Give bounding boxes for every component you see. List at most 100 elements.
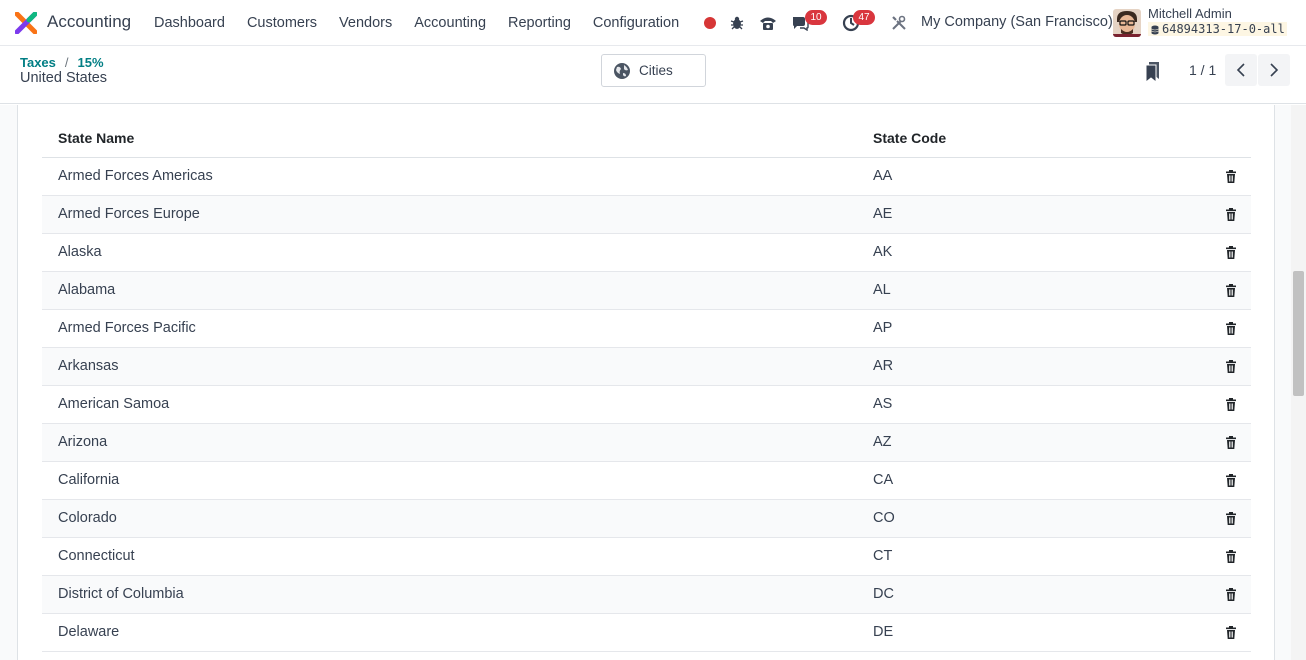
chevron-right-icon xyxy=(1270,63,1279,77)
cities-button[interactable]: Cities xyxy=(601,54,706,87)
state-code-cell[interactable]: AL xyxy=(857,271,1211,310)
scrollbar-thumb[interactable] xyxy=(1293,271,1304,396)
table-row[interactable]: Armed Forces Americas AA xyxy=(42,157,1251,196)
state-name-cell[interactable]: Armed Forces Pacific xyxy=(42,309,857,348)
breadcrumb-taxes[interactable]: Taxes xyxy=(20,55,56,70)
column-header-actions xyxy=(1211,119,1251,158)
state-code-cell[interactable]: DE xyxy=(857,613,1211,652)
delete-row-button[interactable] xyxy=(1211,347,1251,386)
delete-row-button[interactable] xyxy=(1211,309,1251,348)
state-name-cell[interactable]: California xyxy=(42,461,857,500)
delete-row-button[interactable] xyxy=(1211,575,1251,614)
delete-row-button[interactable] xyxy=(1211,157,1251,196)
company-switcher[interactable]: My Company (San Francisco) xyxy=(921,14,1113,30)
activities-badge: 47 xyxy=(853,10,875,25)
accounting-app-icon[interactable] xyxy=(15,12,37,34)
table-row[interactable]: Armed Forces Pacific AP xyxy=(42,309,1251,348)
state-code-cell[interactable]: AE xyxy=(857,195,1211,234)
delete-row-button[interactable] xyxy=(1211,613,1251,652)
state-code-cell[interactable]: AP xyxy=(857,309,1211,348)
menu-customers[interactable]: Customers xyxy=(236,0,328,46)
delete-row-button[interactable] xyxy=(1211,195,1251,234)
state-name-cell[interactable]: Colorado xyxy=(42,499,857,538)
table-row[interactable]: Arkansas AR xyxy=(42,347,1251,386)
delete-row-button[interactable] xyxy=(1211,461,1251,500)
state-code-cell[interactable]: AZ xyxy=(857,423,1211,462)
trash-icon xyxy=(1226,473,1236,487)
menu-vendors[interactable]: Vendors xyxy=(328,0,403,46)
trash-icon xyxy=(1226,359,1236,373)
state-code-cell[interactable]: CA xyxy=(857,461,1211,500)
state-name-cell[interactable]: Arkansas xyxy=(42,347,857,386)
bookmark-icon[interactable] xyxy=(1146,62,1160,82)
table-row[interactable]: Alaska AK xyxy=(42,233,1251,272)
table-row[interactable]: Alabama AL xyxy=(42,271,1251,310)
breadcrumb-separator: / xyxy=(64,55,69,70)
state-name-cell[interactable]: Armed Forces Europe xyxy=(42,195,857,234)
tools-icon[interactable] xyxy=(889,13,909,33)
table-row[interactable]: Delaware DE xyxy=(42,613,1251,652)
state-code-cell[interactable]: AR xyxy=(857,347,1211,386)
table-row[interactable]: American Samoa AS xyxy=(42,385,1251,424)
record-icon[interactable] xyxy=(700,13,720,33)
table-row[interactable]: Armed Forces Europe AE xyxy=(42,195,1251,234)
delete-row-button[interactable] xyxy=(1211,537,1251,576)
column-header-state-name[interactable]: State Name xyxy=(42,119,857,158)
menu-configuration[interactable]: Configuration xyxy=(582,0,690,46)
column-header-state-code[interactable]: State Code xyxy=(857,119,1211,158)
trash-icon xyxy=(1226,397,1236,411)
state-code-cell[interactable]: CO xyxy=(857,499,1211,538)
globe-icon xyxy=(614,62,630,79)
trash-icon xyxy=(1226,321,1236,335)
trash-icon xyxy=(1226,245,1236,259)
breadcrumb-15-percent[interactable]: 15% xyxy=(78,55,104,70)
pager-next-button[interactable] xyxy=(1258,54,1290,86)
messages-badge: 10 xyxy=(805,10,827,25)
state-code-cell[interactable]: DC xyxy=(857,575,1211,614)
state-code-cell[interactable]: AK xyxy=(857,233,1211,272)
state-name-cell[interactable]: District of Columbia xyxy=(42,575,857,614)
table-row[interactable]: California CA xyxy=(42,461,1251,500)
state-code-cell[interactable]: AS xyxy=(857,385,1211,424)
menu-dashboard[interactable]: Dashboard xyxy=(143,0,236,46)
bug-icon[interactable] xyxy=(727,13,747,33)
menu-accounting[interactable]: Accounting xyxy=(403,0,497,46)
state-name-cell[interactable]: Armed Forces Americas xyxy=(42,157,857,196)
state-name-cell[interactable]: Arizona xyxy=(42,423,857,462)
delete-row-button[interactable] xyxy=(1211,385,1251,424)
state-name-cell[interactable]: Alabama xyxy=(42,271,857,310)
delete-row-button[interactable] xyxy=(1211,499,1251,538)
pager-value[interactable]: 1 / 1 xyxy=(1189,62,1216,78)
state-code-cell[interactable]: AA xyxy=(857,157,1211,196)
record-title: United States xyxy=(20,70,108,86)
state-name-cell[interactable]: Delaware xyxy=(42,613,857,652)
breadcrumb: Taxes / 15% xyxy=(20,55,104,70)
state-name-cell[interactable]: American Samoa xyxy=(42,385,857,424)
main-menu: Dashboard Customers Vendors Accounting R… xyxy=(143,0,690,46)
delete-row-button[interactable] xyxy=(1211,233,1251,272)
user-name[interactable]: Mitchell Admin xyxy=(1148,6,1232,21)
state-code-cell[interactable]: CT xyxy=(857,537,1211,576)
trash-icon xyxy=(1226,435,1236,449)
database-name: 64894313-17-0-all xyxy=(1148,22,1287,36)
trash-icon xyxy=(1226,549,1236,563)
state-name-cell[interactable]: Alaska xyxy=(42,233,857,272)
menu-reporting[interactable]: Reporting xyxy=(497,0,582,46)
database-icon xyxy=(1151,25,1159,35)
table-row[interactable]: District of Columbia DC xyxy=(42,575,1251,614)
trash-icon xyxy=(1226,511,1236,525)
pager-previous-button[interactable] xyxy=(1225,54,1257,86)
state-name-cell[interactable]: Connecticut xyxy=(42,537,857,576)
table-row[interactable]: Arizona AZ xyxy=(42,423,1251,462)
delete-row-button[interactable] xyxy=(1211,423,1251,462)
table-row[interactable]: Connecticut CT xyxy=(42,537,1251,576)
table-header-row: State Name State Code xyxy=(42,119,1251,158)
user-avatar[interactable] xyxy=(1113,9,1141,37)
cities-button-label: Cities xyxy=(639,63,673,78)
app-name[interactable]: Accounting xyxy=(47,12,131,32)
phone-icon[interactable] xyxy=(758,13,778,33)
table-row[interactable]: Colorado CO xyxy=(42,499,1251,538)
delete-row-button[interactable] xyxy=(1211,271,1251,310)
form-sheet: State Name State Code Armed Forces Ameri… xyxy=(17,105,1275,660)
trash-icon xyxy=(1226,625,1236,639)
